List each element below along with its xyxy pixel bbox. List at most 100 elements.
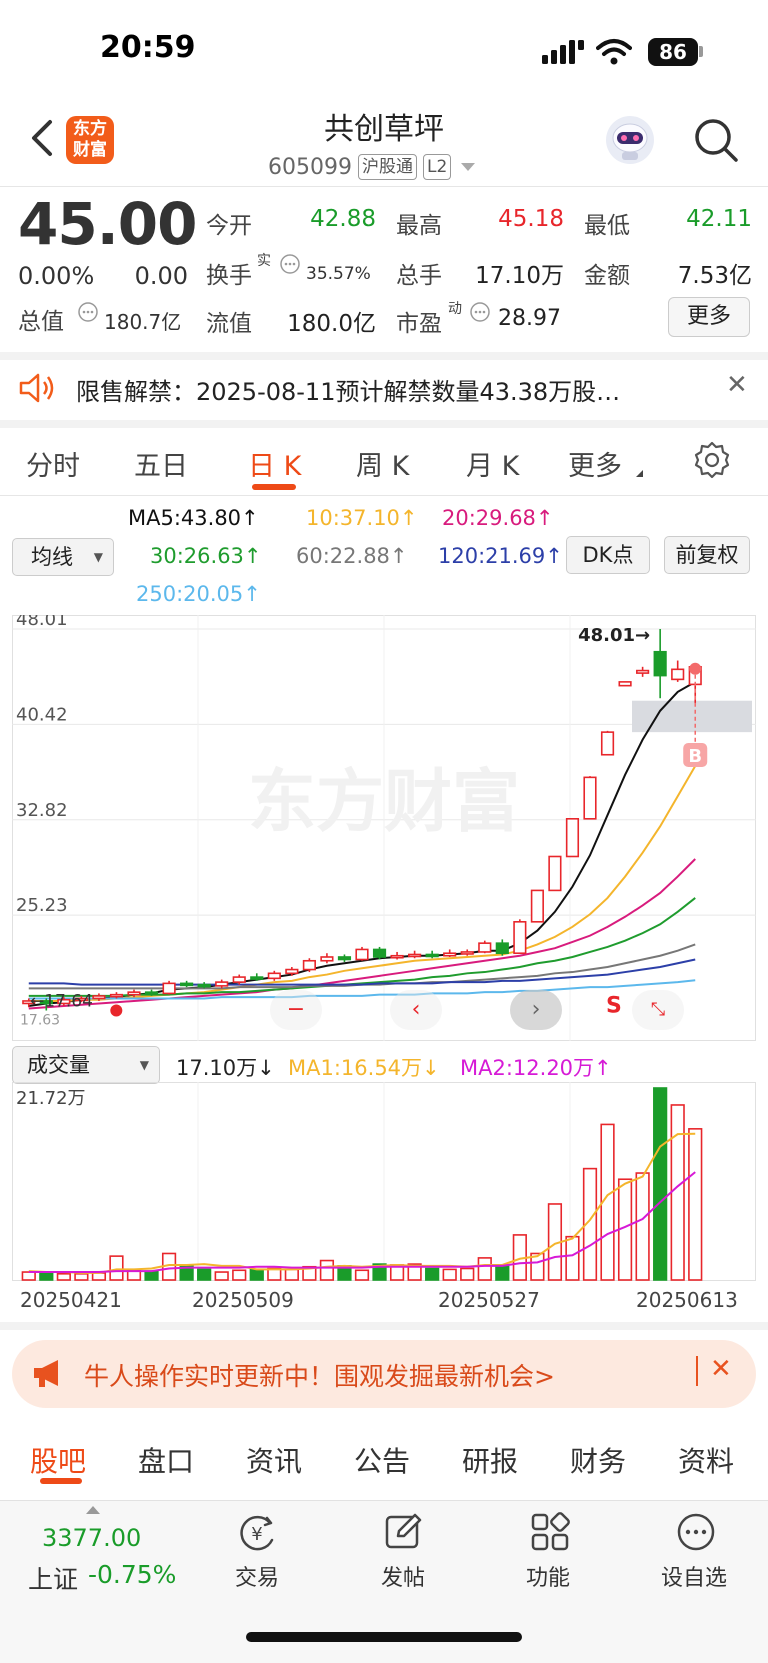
candle-body — [583, 776, 597, 820]
indicator-selector[interactable]: 均线 ▼ — [12, 538, 114, 576]
candle-body — [600, 731, 615, 756]
ai-robot-avatar-icon[interactable] — [604, 114, 656, 166]
unlock-notice-text[interactable]: 限售解禁：2025-08-11预计解禁数量43.38万股… — [76, 372, 620, 407]
stock-code: 605099 — [268, 154, 352, 180]
tab-financials[interactable]: 财务 — [570, 1440, 626, 1480]
volume-ma1: MA1:16.54万↓ — [288, 1056, 440, 1080]
svg-text:¥: ¥ — [251, 1524, 262, 1545]
candle-body — [548, 855, 562, 892]
tab-daily-k[interactable]: 日 K — [248, 444, 301, 483]
watermark-text: 东方财富 — [248, 763, 520, 842]
dk-point-button[interactable]: DK点 — [566, 536, 650, 574]
compose-post-icon[interactable] — [384, 1512, 424, 1552]
turnover-label: 换手 — [206, 263, 252, 289]
banner-close-icon[interactable]: ✕ — [710, 1354, 732, 1384]
index-value[interactable]: 3377.00 — [42, 1524, 141, 1552]
chart-shrink-icon[interactable]: − — [270, 990, 322, 1030]
nav-watchlist[interactable]: 设自选 — [644, 1560, 744, 1592]
close-icon[interactable]: ✕ — [726, 370, 748, 400]
left-cut-price-label: 17.63 — [20, 1012, 60, 1028]
market-cap-value: 180.7亿 — [104, 310, 182, 334]
candle-body — [355, 948, 369, 961]
candle-body — [495, 942, 509, 955]
tab-announcements[interactable]: 公告 — [354, 1440, 410, 1480]
index-change[interactable]: -0.75% — [88, 1560, 176, 1589]
divider — [0, 420, 768, 428]
active-tab-indicator — [252, 484, 296, 490]
settings-gear-icon[interactable] — [692, 440, 732, 480]
volume-bar — [91, 1272, 107, 1281]
nav-trade[interactable]: 交易 — [207, 1560, 307, 1592]
divider — [0, 1322, 768, 1330]
chart-prev-icon[interactable]: ‹ — [390, 990, 442, 1030]
candle-body — [618, 681, 632, 687]
volume-bar — [21, 1271, 36, 1281]
promo-banner-text[interactable]: 牛人操作实时更新中！围观发掘最新机会> — [84, 1357, 555, 1393]
pe-label: 市盈 — [396, 311, 442, 337]
nav-post[interactable]: 发帖 — [353, 1560, 453, 1592]
tab-news[interactable]: 资讯 — [246, 1440, 302, 1480]
volume-bar — [688, 1128, 703, 1281]
tab-forum[interactable]: 股吧 — [30, 1440, 86, 1480]
float-cap-label: 流值 — [206, 311, 252, 337]
amount-label: 金额 — [584, 263, 630, 289]
search-icon[interactable] — [692, 116, 740, 164]
tab-more[interactable]: 更多 — [568, 444, 622, 483]
kline-y-tick-label: 48.01 — [16, 615, 68, 630]
candle-body — [408, 953, 422, 958]
tab-weekly-k[interactable]: 周 K — [356, 444, 409, 483]
forward-adjust-button[interactable]: 前复权 — [664, 536, 750, 574]
index-name[interactable]: 上证 — [28, 1560, 78, 1596]
ma60-value: 60:22.88↑ — [296, 544, 408, 568]
ma5-value: MA5:43.80↑ — [128, 506, 259, 530]
nav-function[interactable]: 功能 — [498, 1560, 598, 1592]
change-percent: 0.00% — [18, 262, 95, 290]
add-watchlist-icon[interactable] — [676, 1512, 716, 1552]
tab-profile[interactable]: 资料 — [678, 1440, 734, 1480]
ma10-value: 10:37.10↑ — [306, 506, 418, 530]
volume-bar — [425, 1267, 440, 1281]
function-grid-icon[interactable] — [530, 1512, 570, 1552]
trade-yen-icon[interactable]: ¥ — [236, 1512, 278, 1554]
info-dots-icon[interactable] — [280, 254, 300, 274]
turnover-superscript: 实 — [257, 253, 271, 269]
volume-bars — [21, 1087, 703, 1281]
tab-research[interactable]: 研报 — [462, 1440, 518, 1480]
stock-code-row[interactable]: 605099 沪股通 L2 — [268, 152, 476, 182]
volume-chart[interactable]: 21.72万 20250421 20250509 20250527 20250613 — [12, 1082, 756, 1322]
candle-body — [215, 981, 229, 987]
volume-bar — [477, 1257, 492, 1281]
volume-bar — [109, 1255, 124, 1281]
ma120-line — [28, 958, 696, 986]
volume-max-label: 21.72万 — [16, 1088, 86, 1109]
tab-orderbook[interactable]: 盘口 — [138, 1440, 194, 1480]
volume-indicator-selector[interactable]: 成交量 ▼ — [12, 1046, 160, 1084]
min-price-label: ←17.64 — [30, 991, 93, 1011]
volume-bar — [284, 1268, 299, 1281]
volume-bar — [249, 1268, 264, 1281]
min-point-dot — [110, 1004, 123, 1017]
candle-body — [197, 983, 211, 988]
kline-chart[interactable]: 东方财富 48.01 40.42 32.82 25.23 48.01→ ←17.6417… — [12, 615, 756, 1041]
candle-body — [478, 942, 492, 953]
info-dots-icon[interactable] — [470, 302, 490, 322]
volume-bar — [670, 1104, 685, 1281]
more-quote-button[interactable]: 更多 — [668, 297, 750, 337]
tab-monthly-k[interactable]: 月 K — [466, 444, 519, 483]
chevron-down-icon — [461, 163, 476, 171]
kline-y-tick-label: 32.82 — [16, 800, 68, 821]
open-value: 42.88 — [310, 206, 376, 232]
info-dots-icon[interactable] — [78, 302, 98, 322]
chart-expand-icon[interactable]: ⤡ — [632, 990, 684, 1030]
expand-up-icon[interactable] — [86, 1506, 100, 1514]
volume-bar — [197, 1268, 212, 1281]
dropdown-caret-icon: ▼ — [93, 550, 103, 564]
tab-intraday[interactable]: 分时 — [26, 444, 80, 483]
pe-value: 28.97 — [498, 306, 561, 331]
kline-y-tick-label: 40.42 — [16, 704, 68, 725]
wifi-icon — [596, 39, 632, 65]
max-price-label: 48.01→ — [578, 625, 650, 646]
chart-next-icon[interactable]: › — [510, 990, 562, 1030]
tab-five-day[interactable]: 五日 — [134, 444, 188, 483]
market-cap-label: 总值 — [18, 309, 64, 335]
